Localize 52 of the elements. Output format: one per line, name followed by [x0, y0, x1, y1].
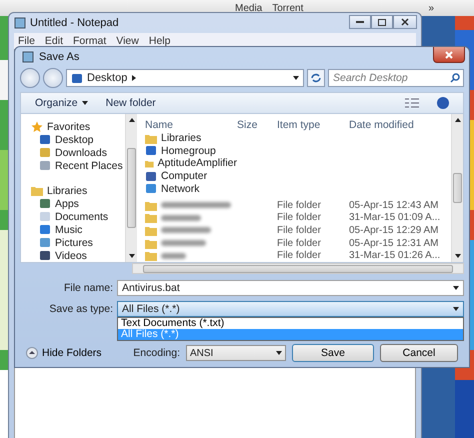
table-cell-text: 31-Mar-15 01:09 A...: [349, 212, 442, 224]
file-name[interactable]: Libraries: [161, 132, 202, 144]
nav-item[interactable]: Desktop: [55, 134, 94, 146]
table-cell-text: 05-Apr-15 12:43 AM: [349, 200, 440, 211]
table-cell-text: File folder: [277, 212, 322, 224]
column-header[interactable]: Name: [145, 116, 237, 130]
column-header[interactable]: Size: [237, 116, 277, 130]
file-name-field[interactable]: Antivirus.bat: [117, 280, 464, 296]
table-cell-text: File folder: [277, 224, 322, 236]
nav-item[interactable]: Recent Places: [55, 160, 123, 172]
hide-folders-button[interactable]: Hide Folders: [26, 347, 102, 359]
menu-item[interactable]: File: [18, 35, 35, 47]
menu-item[interactable]: Edit: [44, 35, 64, 47]
table-cell-text: File folder: [277, 250, 322, 262]
nav-group[interactable]: Favorites: [47, 120, 90, 132]
nav-item[interactable]: Downloads: [55, 146, 107, 158]
overflow-chevron[interactable]: »: [428, 2, 434, 14]
column-header[interactable]: Item type: [277, 116, 349, 130]
menu-item[interactable]: Help: [148, 35, 170, 47]
field-label: Encoding:: [133, 347, 180, 359]
toolbar-button[interactable]: Organize: [35, 97, 88, 109]
menu-item[interactable]: View: [116, 35, 139, 47]
toolbar-link[interactable]: Media: [235, 2, 262, 14]
nav-item[interactable]: Videos: [55, 250, 87, 262]
table-cell-text: File folder: [277, 238, 322, 249]
file-name[interactable]: Computer: [161, 170, 208, 182]
file-name[interactable]: Homegroup: [161, 144, 216, 157]
nav-item[interactable]: Apps: [55, 198, 79, 210]
field-label: File name:: [62, 282, 114, 294]
nav-group[interactable]: Libraries: [47, 184, 88, 196]
nav-item[interactable]: Pictures: [55, 236, 93, 248]
address-bar[interactable]: Desktop: [66, 69, 304, 87]
table-cell-text: 05-Apr-15 12:31 AM: [349, 238, 440, 249]
toolbar-button[interactable]: New folder: [106, 97, 156, 109]
column-header[interactable]: Date modified: [349, 116, 451, 130]
table-cell-text: File folder: [277, 200, 322, 211]
table-cell-text: 05-Apr-15 12:29 AM: [349, 224, 440, 236]
toolbar-link[interactable]: Torrent: [272, 2, 304, 14]
nav-item[interactable]: Music: [55, 224, 82, 236]
dialog-button[interactable]: Save: [292, 344, 374, 362]
nav-item[interactable]: Documents: [55, 210, 108, 222]
dialog-title: Save As: [39, 51, 80, 63]
field-label: Save as type:: [48, 303, 114, 315]
window-title: Untitled - Notepad: [30, 17, 119, 29]
type-dropdown[interactable]: All Files (*.*): [117, 301, 464, 317]
file-name[interactable]: Network: [161, 182, 200, 195]
dialog-button[interactable]: Cancel: [380, 344, 458, 362]
search-field[interactable]: Search Desktop: [328, 69, 464, 87]
menu-item[interactable]: Format: [73, 35, 106, 47]
encoding-dropdown[interactable]: ANSI: [186, 345, 286, 361]
file-name[interactable]: AptitudeAmplifier: [158, 157, 237, 170]
table-cell-text: 31-Mar-15 01:26 A...: [349, 250, 442, 262]
